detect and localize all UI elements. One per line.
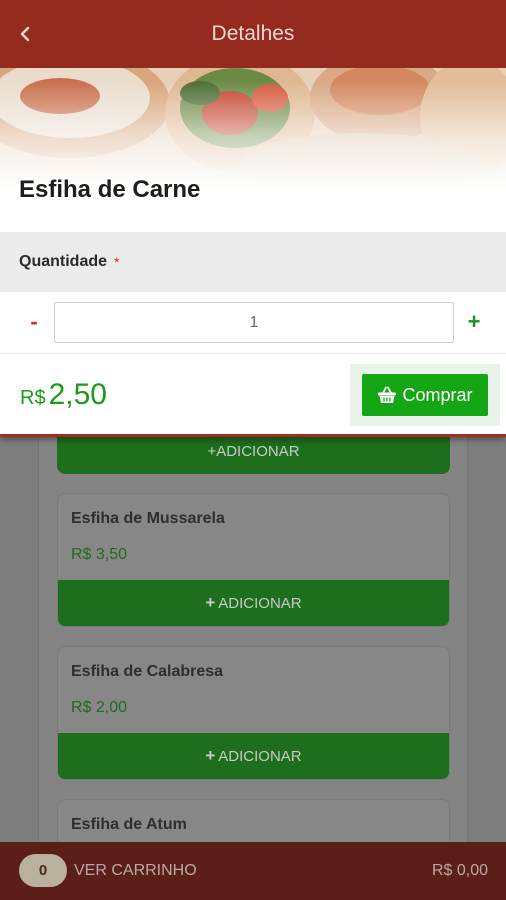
add-button[interactable]: + ADICIONAR <box>58 580 449 626</box>
cart-total: R$ 0,00 <box>431 862 488 879</box>
view-cart-label: VER CARRINHO <box>74 862 197 879</box>
price-value: 2,50 <box>48 378 107 411</box>
item-name: Esfiha de Mussarela <box>71 510 225 527</box>
item-name: Esfiha de Calabresa <box>71 663 224 680</box>
product-name: Esfiha de Carne <box>19 176 201 203</box>
buy-button[interactable]: Comprar <box>362 374 488 416</box>
top-bar: Detalhes <box>0 0 506 68</box>
total-price: R$ 2,50 <box>20 378 107 412</box>
add-label: ADICIONAR <box>216 442 300 460</box>
plus-icon: + <box>207 442 217 460</box>
image-fade <box>0 68 506 190</box>
add-label: ADICIONAR <box>218 594 302 612</box>
buy-button-label: Comprar <box>402 384 473 405</box>
basket-icon <box>378 386 397 403</box>
chevron-left-icon <box>20 26 30 42</box>
cart-count-badge: 0 <box>19 854 67 887</box>
increase-button[interactable]: + <box>462 310 486 334</box>
product-details-panel: Detalhes Esfiha de Carne Quantidade * - … <box>0 0 506 437</box>
add-label: ADICIONAR <box>218 747 302 765</box>
add-button[interactable]: + ADICIONAR <box>58 733 449 779</box>
cart-bar[interactable]: 0 VER CARRINHO R$ 0,00 <box>0 842 506 900</box>
quantity-stepper: - + <box>0 292 506 354</box>
page-title: Detalhes <box>211 22 295 45</box>
item-price: R$ 2,00 <box>71 699 128 716</box>
quantity-section-header: Quantidade * <box>0 232 506 292</box>
item-price: R$ 3,50 <box>71 546 128 563</box>
list-item: Esfiha de Calabresa R$ 2,00 + ADICIONAR <box>57 646 450 780</box>
plus-icon: + <box>205 746 216 765</box>
decrease-button[interactable]: - <box>24 310 44 334</box>
product-image <box>0 68 506 190</box>
quantity-label: Quantidade <box>19 253 108 270</box>
required-marker: * <box>114 254 120 270</box>
back-button[interactable] <box>14 20 36 48</box>
item-name: Esfiha de Atum <box>71 816 187 833</box>
list-item: Esfiha de Mussarela R$ 3,50 + ADICIONAR <box>57 493 450 627</box>
plus-icon: + <box>205 593 216 612</box>
quantity-input[interactable] <box>54 302 454 343</box>
currency-symbol: R$ <box>20 387 46 409</box>
